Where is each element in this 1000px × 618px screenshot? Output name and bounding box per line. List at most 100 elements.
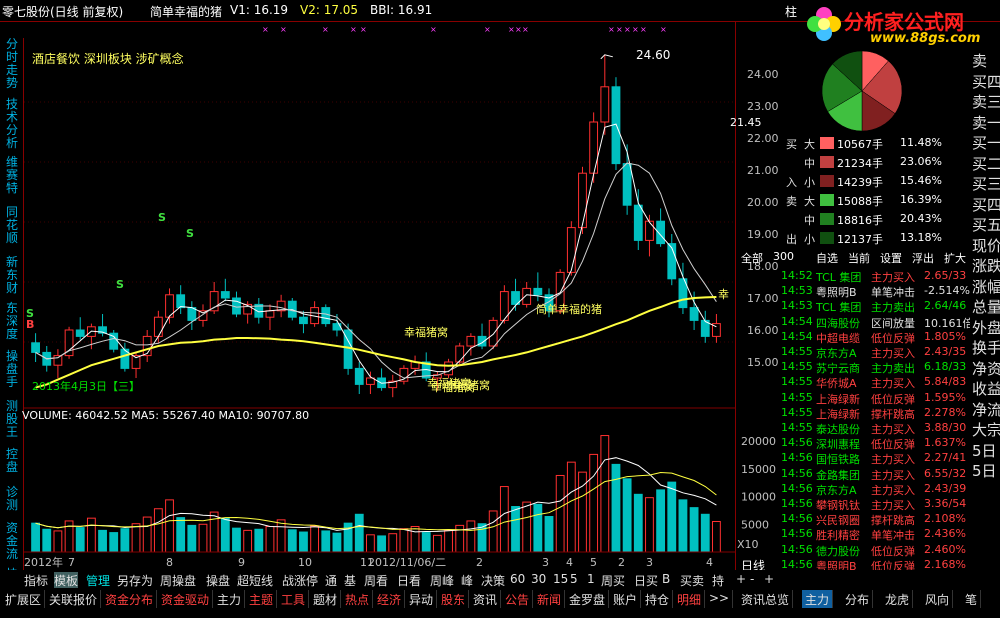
toolbar-button[interactable]: B: [662, 572, 670, 588]
toolbar-tab[interactable]: 股东: [438, 590, 470, 608]
toolbar-button[interactable]: 周峰: [430, 572, 454, 588]
toolbar-button[interactable]: 日买: [634, 572, 658, 588]
toolbar-tab[interactable]: 金罗盘: [566, 590, 610, 608]
trade-row[interactable]: 14:56 德力股份 低位反弹 2.460%: [737, 542, 970, 558]
toolbar-button[interactable]: 日看: [397, 572, 421, 588]
toolbar-tab[interactable]: 新闻: [534, 590, 566, 608]
toolbar-button[interactable]: 指标: [24, 572, 48, 588]
toolbar-button[interactable]: 战涨停: [282, 572, 318, 588]
toolbar-tab[interactable]: 热点: [342, 590, 374, 608]
toolbar-button[interactable]: 决策: [481, 572, 505, 588]
toolbar-button[interactable]: 周操盘: [160, 572, 196, 588]
toolbar-tab[interactable]: 资金分布: [102, 590, 158, 608]
toolbar-button[interactable]: 1: [587, 572, 595, 588]
nav-item-0[interactable]: 分时走势: [2, 38, 22, 90]
trade-row[interactable]: 14:56 京东方A 主力买入 2.43/39: [737, 481, 970, 497]
trade-tab-0[interactable]: 全部: [741, 250, 763, 266]
nav-item-8[interactable]: 控盘: [2, 448, 22, 474]
toolbar-tab[interactable]: 经济: [374, 590, 406, 608]
chart-area[interactable]: 2012年 7 8 9 10 11 2012/11/06/二 2 3 4 5 2 3 4 酒店餐饮 深圳板…: [22, 22, 762, 570]
nav-item-1[interactable]: 技术分析: [2, 98, 22, 150]
nav-item-6[interactable]: 操盘手: [2, 350, 22, 389]
toolbar-button[interactable]: 操盘: [206, 572, 230, 588]
trade-row[interactable]: 14:56 攀钢钒钛 主力买入 3.36/54: [737, 496, 970, 512]
trade-row[interactable]: 14:56 国恒铁路 主力买入 2.27/41: [737, 450, 970, 466]
toolbar-button[interactable]: +: [764, 572, 774, 588]
toolbar-button[interactable]: 买卖: [680, 572, 704, 588]
toolbar-button[interactable]: 模板: [54, 572, 79, 588]
trade-row[interactable]: 14:53 粤照明B 单笔冲击 -2.514%: [737, 283, 970, 299]
toolbar-tab[interactable]: 工具: [278, 590, 310, 608]
toolbar-tab[interactable]: 资金驱动: [158, 590, 214, 608]
toolbar-tab[interactable]: 龙虎: [882, 590, 914, 608]
toolbar-tab[interactable]: 风向: [922, 590, 954, 608]
toolbar-button[interactable]: 周看: [364, 572, 388, 588]
toolbar-button[interactable]: 15: [553, 572, 568, 588]
trade-row[interactable]: 14:55 京东方A 主力买入 2.43/35: [737, 344, 970, 360]
toolbar-button[interactable]: 另存为: [117, 572, 153, 588]
trade-row[interactable]: 14:54 四海股份 区间放量 10.161倍: [737, 314, 970, 330]
trade-tab-1[interactable]: 300: [773, 250, 794, 263]
toolbar-tab[interactable]: 题材: [310, 590, 342, 608]
toolbar-tab[interactable]: 扩展区: [2, 590, 46, 608]
trade-row[interactable]: 14:55 泰达股份 主力买入 3.88/30: [737, 420, 970, 436]
trade-row[interactable]: 14:52 TCL 集团 主力买入 2.65/33: [737, 268, 970, 284]
toolbar-button[interactable]: 超短线: [237, 572, 273, 588]
trade-tab-3[interactable]: 当前: [848, 250, 870, 266]
nav-item-5[interactable]: 东深度: [2, 302, 22, 341]
trade-tab-6[interactable]: 扩大: [944, 250, 966, 266]
trade-tab-5[interactable]: 浮出: [912, 250, 934, 266]
toolbar-tab[interactable]: 账户: [610, 590, 642, 608]
toolbar-button[interactable]: 通: [325, 572, 337, 588]
toolbar-tab[interactable]: 资讯: [470, 590, 502, 608]
trade-row[interactable]: 14:55 上海绿新 撑杆跳高 2.278%: [737, 405, 970, 421]
trade-row[interactable]: 14:56 金路集团 主力买入 6.55/32: [737, 466, 970, 482]
nav-item-7[interactable]: 测股王: [2, 400, 22, 439]
price-chart[interactable]: 2012年 7 8 9 10 112012/11/06/二 2 3 4 5 2 3 4: [24, 22, 736, 570]
toolbar-tab[interactable]: 资讯总览: [738, 590, 794, 608]
toolbar-button[interactable]: 30: [531, 572, 546, 588]
toolbar-button[interactable]: +: [736, 572, 746, 588]
sector-tags: 酒店餐饮 深圳板块 涉矿概念: [32, 52, 184, 66]
trade-row[interactable]: 14:56 深圳惠程 低位反弹 1.637%: [737, 435, 970, 451]
toolbar-button[interactable]: 管理: [86, 572, 110, 588]
trade-tab-4[interactable]: 设置: [880, 250, 902, 266]
indicator-name[interactable]: 简单幸福的猪: [150, 3, 222, 20]
toolbar-button[interactable]: -: [750, 572, 754, 588]
nav-item-10[interactable]: 资金流: [2, 522, 22, 561]
toolbar-button[interactable]: 5: [570, 572, 578, 588]
toolbar-tab[interactable]: 分布: [842, 590, 874, 608]
toolbar-button[interactable]: 持: [712, 572, 724, 588]
nav-item-3[interactable]: 同花顺: [2, 206, 22, 245]
toolbar-tab[interactable]: 主力: [214, 590, 246, 608]
toolbar-tab[interactable]: 关联报价: [46, 590, 102, 608]
corner-char[interactable]: 柱: [785, 3, 797, 20]
trade-row[interactable]: 14:56 胜利精密 单笔冲击 2.436%: [737, 526, 970, 542]
trade-row[interactable]: 14:53 TCL 集团 主力卖出 2.64/46: [737, 298, 970, 314]
toolbar-button[interactable]: 周买: [601, 572, 625, 588]
trade-name: 兴民钢圈: [816, 514, 860, 528]
nav-item-2[interactable]: 维赛特: [2, 156, 22, 195]
toolbar-tab[interactable]: 笔: [962, 590, 982, 608]
trade-row[interactable]: 14:55 华侨城A 主力买入 5.84/83: [737, 374, 970, 390]
toolbar-tab[interactable]: 异动: [406, 590, 438, 608]
nav-item-9[interactable]: 诊测: [2, 486, 22, 512]
trade-row[interactable]: 14:55 苏宁云商 主力卖出 6.18/33: [737, 359, 970, 375]
toolbar-tab[interactable]: 持仓: [642, 590, 674, 608]
toolbar-button[interactable]: 基: [344, 572, 356, 588]
toolbar-button[interactable]: 60: [510, 572, 525, 588]
toolbar-tab[interactable]: 主力: [802, 590, 834, 608]
trade-tab-2[interactable]: 自选: [816, 250, 838, 266]
toolbar-tab[interactable]: 主题: [246, 590, 278, 608]
trade-row[interactable]: 14:56 兴民钢圈 撑杆跳高 2.108%: [737, 511, 970, 527]
trade-time: 14:54: [781, 314, 813, 328]
nav-item-4[interactable]: 新东财: [2, 256, 22, 295]
quote-label: 收益: [972, 380, 1000, 398]
toolbar-tab[interactable]: 明细: [674, 590, 706, 608]
toolbar-button[interactable]: 峰: [461, 572, 473, 588]
trade-row[interactable]: 14:54 中超电缆 低位反弹 1.805%: [737, 329, 970, 345]
toolbar-tab[interactable]: 公告: [502, 590, 534, 608]
trade-row[interactable]: 14:55 上海绿新 低位反弹 1.595%: [737, 390, 970, 406]
toolbar-tab[interactable]: >>: [706, 590, 734, 608]
volume-bar: [86, 517, 96, 553]
